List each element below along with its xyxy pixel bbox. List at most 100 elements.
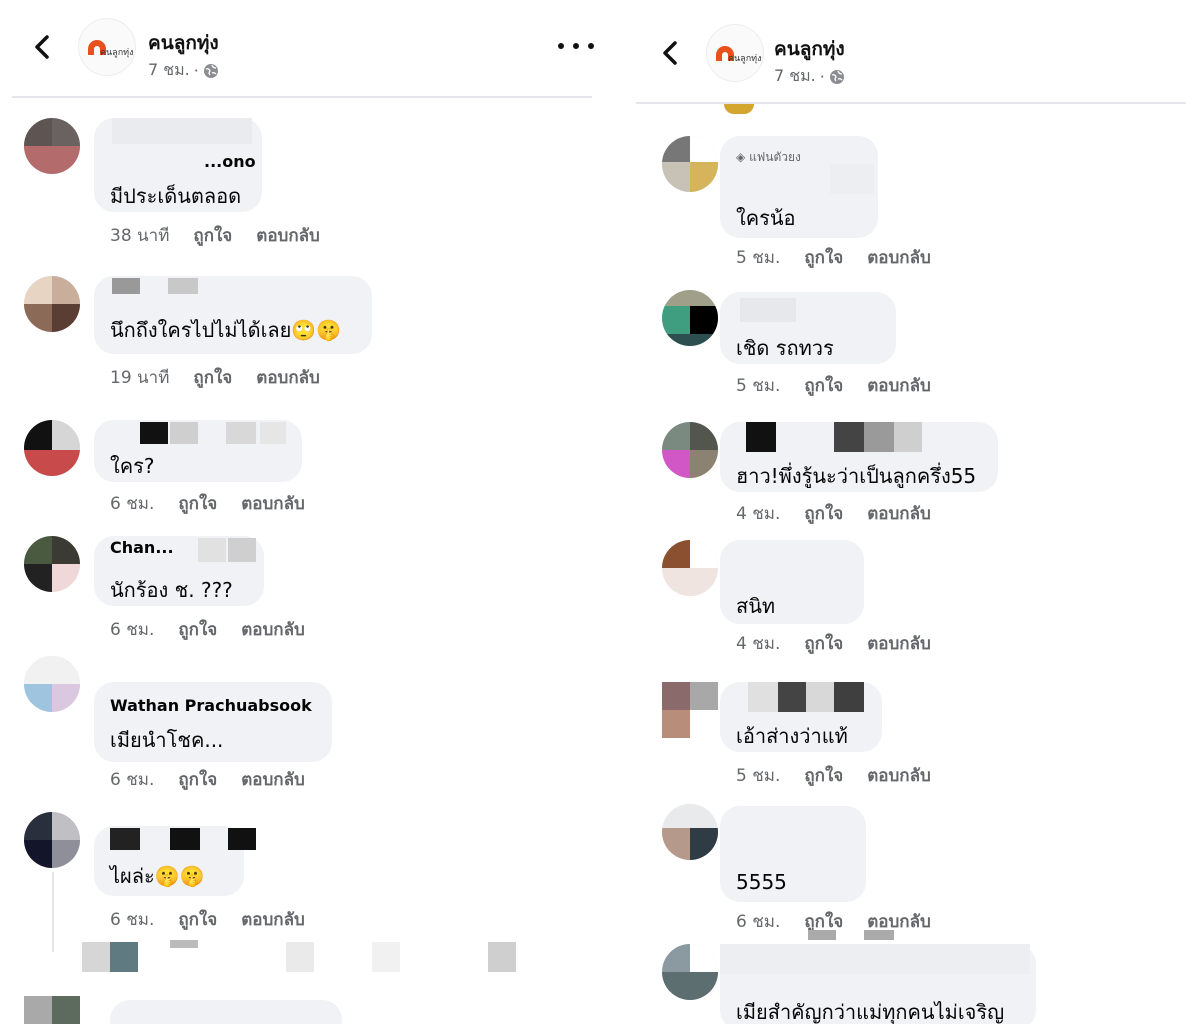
comment-time: 4 ชม.	[736, 634, 781, 654]
comment-time: 19 นาที	[110, 368, 170, 388]
reply-button[interactable]: ตอบกลับ	[241, 490, 305, 517]
commenter-avatar[interactable]	[24, 118, 80, 174]
commenter-avatar[interactable]	[24, 536, 80, 592]
reply-button[interactable]: ตอบกลับ	[867, 500, 931, 527]
back-arrow-icon[interactable]	[28, 32, 58, 62]
comment-bubble[interactable]: ◈ แฟนตัวยง ใครน้อ	[720, 136, 878, 238]
commenter-name[interactable]: ...ono	[204, 152, 256, 171]
comment-time: 6 ชม.	[110, 910, 155, 930]
globe-icon	[829, 69, 844, 84]
commenter-name[interactable]: Wathan Prachuabsook	[110, 696, 312, 715]
comment-actions: 5 ชม. ถูกใจ ตอบกลับ	[736, 372, 931, 399]
comment-text: ฮาว!พึ่งรู้นะว่าเป็นลูกครึ่ง55	[736, 464, 977, 488]
like-button[interactable]: ถูกใจ	[804, 762, 843, 789]
header-divider	[636, 102, 1186, 104]
comment-text: เมียสำคัญกว่าแม่ทุกคนไม่เจริญ	[736, 1000, 1005, 1024]
comment-item: Wathan Prachuabsook เมียนำโชค... 6 ชม. ถ…	[0, 656, 600, 796]
comment-time: 6 ชม.	[110, 770, 155, 790]
reply-button[interactable]: ตอบกลับ	[241, 616, 305, 643]
comment-bubble[interactable]: เมียสำคัญกว่าแม่ทุกคนไม่เจริญ	[720, 944, 1036, 1024]
commenter-avatar[interactable]	[24, 656, 80, 712]
comment-bubble[interactable]: ใคร?	[94, 420, 302, 482]
comment-time: 5 ชม.	[736, 248, 781, 268]
reply-button[interactable]: ตอบกลับ	[867, 244, 931, 271]
reply-button[interactable]: ตอบกลับ	[241, 906, 305, 933]
comment-item: ...ono มีประเด็นตลอด 38 นาที ถูกใจ ตอบกล…	[0, 118, 600, 258]
comment-actions: 38 นาที ถูกใจ ตอบกลับ	[110, 222, 320, 249]
post-meta: 7 ชม. ·	[774, 64, 845, 89]
reply-button[interactable]: ตอบกลับ	[256, 222, 320, 249]
comment-bubble[interactable]: นึกถึงใครไปไม่ได้เลย🙄🤫	[94, 276, 372, 354]
like-button[interactable]: ถูกใจ	[804, 630, 843, 657]
like-button[interactable]: ถูกใจ	[178, 766, 217, 793]
commenter-avatar[interactable]	[24, 276, 80, 332]
comment-bubble[interactable]: สนิท	[720, 540, 864, 624]
comment-bubble[interactable]: 5555	[720, 806, 866, 902]
page-name[interactable]: คนลูกทุ่ง	[148, 28, 219, 58]
reply-preview[interactable]	[0, 940, 600, 980]
page-name[interactable]: คนลูกทุ่ง	[774, 34, 845, 64]
comment-bubble[interactable]: เอ้าส่างว่าแท้	[720, 682, 882, 752]
more-options-icon[interactable]	[558, 36, 594, 56]
comment-item: Chan... นักร้อง ช. ??? 6 ชม. ถูกใจ ตอบกล…	[0, 536, 600, 656]
like-button[interactable]: ถูกใจ	[804, 244, 843, 271]
comment-actions: 6 ชม. ถูกใจ ตอบกลับ	[110, 490, 305, 517]
commenter-avatar[interactable]	[662, 136, 718, 192]
reply-button[interactable]: ตอบกลับ	[256, 364, 320, 391]
left-screenshot-panel: คนลูกทุ่ง คนลูกทุ่ง 7 ชม. · ...ono มีประ…	[0, 0, 600, 1024]
comment-time: 5 ชม.	[736, 766, 781, 786]
commenter-avatar[interactable]	[662, 682, 718, 738]
commenter-avatar[interactable]	[662, 944, 718, 1000]
comment-text: 5555	[736, 870, 787, 894]
like-button[interactable]: ถูกใจ	[804, 500, 843, 527]
page-avatar[interactable]: คนลูกทุ่ง	[78, 18, 136, 76]
like-button[interactable]: ถูกใจ	[193, 364, 232, 391]
commenter-avatar[interactable]	[662, 540, 718, 596]
commenter-avatar[interactable]	[24, 812, 80, 868]
post-header: คนลูกทุ่ง คนลูกทุ่ง 7 ชม. ·	[0, 0, 600, 98]
like-button[interactable]: ถูกใจ	[178, 616, 217, 643]
like-button[interactable]: ถูกใจ	[193, 222, 232, 249]
commenter-avatar[interactable]	[24, 420, 80, 476]
meta-separator: ·	[193, 61, 199, 80]
svg-text:คนลูกทุ่ง: คนลูกทุ่ง	[728, 54, 761, 64]
reply-button[interactable]: ตอบกลับ	[867, 630, 931, 657]
comment-bubble[interactable]: Chan... นักร้อง ช. ???	[94, 536, 264, 606]
comment-text: นักร้อง ช. ???	[110, 578, 233, 602]
commenter-name[interactable]: Chan...	[110, 538, 174, 557]
back-arrow-icon[interactable]	[656, 38, 686, 68]
globe-icon	[203, 63, 218, 78]
post-time: 7 ชม.	[774, 66, 816, 85]
reply-button[interactable]: ตอบกลับ	[867, 762, 931, 789]
comment-bubble[interactable]	[110, 1000, 342, 1024]
like-button[interactable]: ถูกใจ	[178, 490, 217, 517]
comment-time: 4 ชม.	[736, 504, 781, 524]
like-button[interactable]: ถูกใจ	[178, 906, 217, 933]
comment-bubble[interactable]: ไผล่ะ🤫🤫	[94, 826, 244, 896]
comment-text: ใคร?	[110, 454, 155, 478]
comment-bubble[interactable]: ...ono มีประเด็นตลอด	[94, 118, 262, 212]
comment-time: 6 ชม.	[736, 912, 781, 932]
comment-actions: 4 ชม. ถูกใจ ตอบกลับ	[736, 500, 931, 527]
comment-item: ◈ แฟนตัวยง ใครน้อ 5 ชม. ถูกใจ ตอบกลับ	[632, 136, 1193, 276]
meta-separator: ·	[819, 67, 825, 86]
commenter-avatar[interactable]	[662, 422, 718, 478]
comment-time: 6 ชม.	[110, 620, 155, 640]
comment-actions: 5 ชม. ถูกใจ ตอบกลับ	[736, 244, 931, 271]
svg-text:คนลูกทุ่ง: คนลูกทุ่ง	[100, 48, 133, 58]
comment-bubble[interactable]: ฮาว!พึ่งรู้นะว่าเป็นลูกครึ่ง55	[720, 422, 998, 492]
fan-badge: ◈ แฟนตัวยง	[736, 148, 801, 167]
comment-bubble[interactable]: เชิด รถทวร	[720, 292, 896, 364]
like-button[interactable]: ถูกใจ	[804, 372, 843, 399]
commenter-avatar[interactable]	[662, 290, 718, 346]
right-screenshot-panel: คนลูกทุ่ง คนลูกทุ่ง 7 ชม. · ◈ แฟนตัวยง ใ…	[632, 0, 1193, 1024]
commenter-avatar[interactable]	[662, 804, 718, 860]
reply-button[interactable]: ตอบกลับ	[241, 766, 305, 793]
page-avatar[interactable]: คนลูกทุ่ง	[706, 24, 764, 82]
comment-bubble[interactable]: Wathan Prachuabsook เมียนำโชค...	[94, 682, 332, 762]
reply-button[interactable]: ตอบกลับ	[867, 372, 931, 399]
comment-actions: 6 ชม. ถูกใจ ตอบกลับ	[110, 616, 305, 643]
comment-actions: 6 ชม. ถูกใจ ตอบกลับ	[110, 906, 305, 933]
comment-text: เอ้าส่างว่าแท้	[736, 724, 848, 748]
fan-badge-label: แฟนตัวยง	[749, 150, 801, 164]
